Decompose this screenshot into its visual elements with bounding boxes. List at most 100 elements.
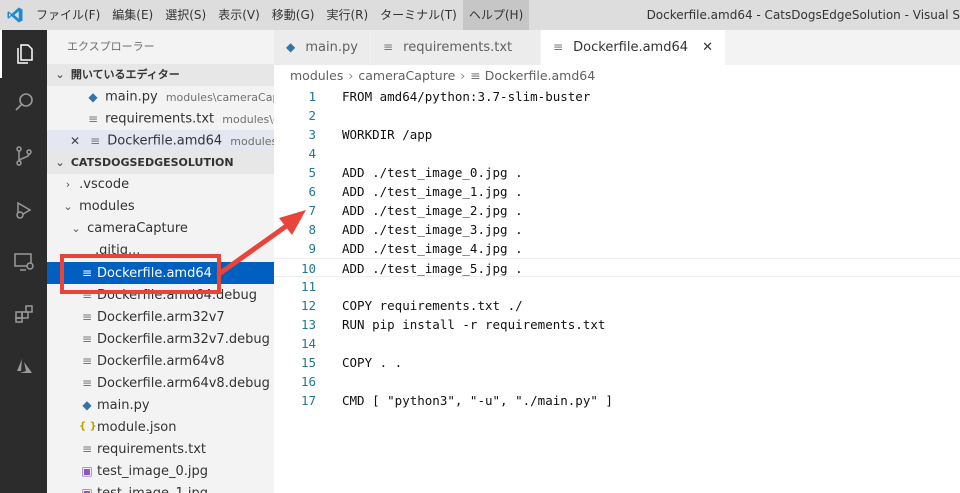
file-item[interactable]: ≡ Dockerfile.arm32v7.debug: [47, 328, 274, 350]
azure-icon[interactable]: [0, 342, 47, 390]
line-number: 9: [308, 241, 316, 256]
python-file-icon: ◆: [82, 398, 92, 412]
folder-item[interactable]: ⌄ cameraCapture: [47, 218, 274, 240]
menu-item[interactable]: 選択(S): [159, 0, 212, 30]
code-line[interactable]: 13 RUN pip install -r requirements.txt: [274, 315, 960, 334]
code-text: RUN pip install -r requirements.txt: [342, 317, 606, 332]
tab-label: Dockerfile.amd64: [573, 40, 689, 55]
tab-dockerfile-amd64[interactable]: ≡ Dockerfile.amd64 ✕: [540, 30, 727, 65]
line-number: 8: [308, 222, 316, 237]
code-editor[interactable]: 1 FROM amd64/python:3.7-slim-buster 2 3 WORK…: [274, 87, 960, 493]
explorer-title: エクスプローラー: [67, 40, 155, 53]
menu-bar: ファイル(F) 編集(E) 選択(S) 表示(V) 移動(G) 実行(R) ターミナル(T)…: [30, 0, 530, 30]
extensions-icon[interactable]: [0, 290, 47, 338]
close-icon[interactable]: ✕: [67, 130, 83, 152]
open-editors-label: 開いているエディター: [70, 68, 180, 81]
chevron-down-icon: ⌄: [55, 156, 65, 169]
files-icon[interactable]: [0, 30, 47, 78]
source-control-icon[interactable]: [0, 132, 47, 180]
code-text: FROM amd64/python:3.7-slim-buster: [342, 89, 591, 104]
code-text: ADD ./test_image_4.jpg .: [342, 241, 523, 256]
menu-item[interactable]: 実行(R): [320, 0, 374, 30]
file-name: Dockerfile.arm64v8: [97, 353, 225, 369]
code-line[interactable]: 1 FROM amd64/python:3.7-slim-buster: [274, 87, 960, 106]
open-editors-header[interactable]: ⌄ 開いているエディター: [47, 64, 274, 86]
breadcrumb-item[interactable]: Dockerfile.amd64: [485, 68, 595, 83]
menu-item[interactable]: ファイル(F): [30, 0, 106, 30]
file-item[interactable]: { }module.json: [47, 416, 274, 438]
code-line[interactable]: 5 ADD ./test_image_0.jpg .: [274, 163, 960, 182]
folder-item[interactable]: ⌄ modules: [47, 196, 274, 218]
open-editor-item[interactable]: ◆ main.py modules\cameraCapt...: [47, 86, 274, 108]
breadcrumb-item[interactable]: cameraCapture: [358, 68, 455, 83]
open-editor-path: modules\ca...: [222, 112, 274, 126]
close-icon[interactable]: ✕: [702, 40, 713, 55]
code-line[interactable]: 12 COPY requirements.txt ./: [274, 296, 960, 315]
line-number: 4: [308, 146, 316, 161]
breadcrumb-separator: ›: [460, 68, 466, 83]
remote-explorer-icon[interactable]: [0, 238, 47, 286]
line-number: 15: [300, 355, 316, 370]
activity-bar: [0, 30, 47, 493]
code-line[interactable]: 16: [274, 372, 960, 391]
tab-main-py[interactable]: ◆ main.py: [274, 30, 371, 65]
code-line[interactable]: 11: [274, 277, 960, 296]
file-name: test_image_0.jpg: [97, 463, 208, 479]
line-number: 3: [308, 127, 316, 142]
editor-tabs: ◆ main.py ≡ requirements.txt ≡ Dockerfil…: [274, 30, 960, 65]
folder-name: cameraCapture: [87, 221, 188, 236]
text-file-icon: ≡: [81, 376, 93, 390]
line-number: 1: [308, 89, 316, 104]
code-line[interactable]: 6 ADD ./test_image_1.jpg .: [274, 182, 960, 201]
code-line[interactable]: 4: [274, 144, 960, 163]
menu-item[interactable]: 移動(G): [266, 0, 321, 30]
code-line[interactable]: 17 CMD [ "python3", "-u", "./main.py" ]: [274, 391, 960, 410]
tab-requirements[interactable]: ≡ requirements.txt: [370, 30, 541, 65]
code-line[interactable]: 3 WORKDIR /app: [274, 125, 960, 144]
file-name: Dockerfile.arm32v7.debug: [97, 331, 270, 347]
text-file-icon: ≡: [470, 68, 485, 83]
file-item[interactable]: ▣ test_image_0.jpg: [47, 460, 274, 482]
menu-item[interactable]: 編集(E): [106, 0, 159, 30]
file-item[interactable]: ≡ Dockerfile.arm32v7: [47, 306, 274, 328]
code-line[interactable]: 8 ADD ./test_image_3.jpg .: [274, 220, 960, 239]
file-item[interactable]: ▣ test_image_1.jpg: [47, 482, 274, 493]
line-number: 11: [300, 279, 316, 294]
code-line[interactable]: 14: [274, 334, 960, 353]
file-item[interactable]: ◆ main.py: [47, 394, 274, 416]
image-file-icon: ▣: [81, 464, 93, 478]
folder-item[interactable]: › .vscode: [47, 174, 274, 196]
line-number: 5: [308, 165, 316, 180]
open-editor-name: requirements.txt: [105, 111, 215, 127]
file-item[interactable]: ≡ requirements.txt: [47, 438, 274, 460]
line-number: 6: [308, 184, 316, 199]
code-line[interactable]: 2: [274, 106, 960, 125]
code-line[interactable]: 10 ADD ./test_image_5.jpg .: [274, 258, 960, 277]
menu-item[interactable]: ターミナル(T): [374, 0, 463, 30]
code-line[interactable]: 15 COPY . .: [274, 353, 960, 372]
workspace-label: CATSDOGSEDGESOLUTION: [70, 156, 234, 169]
text-file-icon: ≡: [81, 310, 93, 324]
file-item[interactable]: ≡ Dockerfile.arm64v8.debug: [47, 372, 274, 394]
chevron-down-icon: ⌄: [55, 68, 65, 81]
vscode-logo-icon: [0, 0, 30, 30]
python-file-icon: ◆: [88, 90, 98, 104]
breadcrumb: modules › cameraCapture › ≡ Dockerfile.amd64: [274, 65, 960, 87]
open-editor-name: main.py: [105, 89, 158, 105]
text-file-icon: ≡: [90, 134, 101, 148]
title-bar: ファイル(F) 編集(E) 選択(S) 表示(V) 移動(G) 実行(R) ターミナル(T)…: [0, 0, 960, 30]
open-editor-path: modules\c...: [230, 134, 274, 148]
search-icon[interactable]: [0, 78, 47, 126]
chevron-right-icon: ›: [65, 178, 71, 191]
open-editor-item[interactable]: ≡ requirements.txt modules\ca...: [47, 108, 274, 130]
run-debug-icon[interactable]: [0, 186, 47, 234]
menu-item[interactable]: 表示(V): [212, 0, 266, 30]
breadcrumb-item[interactable]: modules: [290, 68, 343, 83]
open-editor-item[interactable]: ✕ ≡ Dockerfile.amd64 modules\c...: [47, 130, 274, 152]
file-item[interactable]: ≡ Dockerfile.arm64v8: [47, 350, 274, 372]
menu-item[interactable]: ヘルプ(H): [462, 0, 530, 30]
line-number: 12: [300, 298, 316, 313]
code-line[interactable]: 9 ADD ./test_image_4.jpg .: [274, 239, 960, 258]
code-line[interactable]: 7 ADD ./test_image_2.jpg .: [274, 201, 960, 220]
workspace-header[interactable]: ⌄ CATSDOGSEDGESOLUTION: [47, 152, 274, 174]
